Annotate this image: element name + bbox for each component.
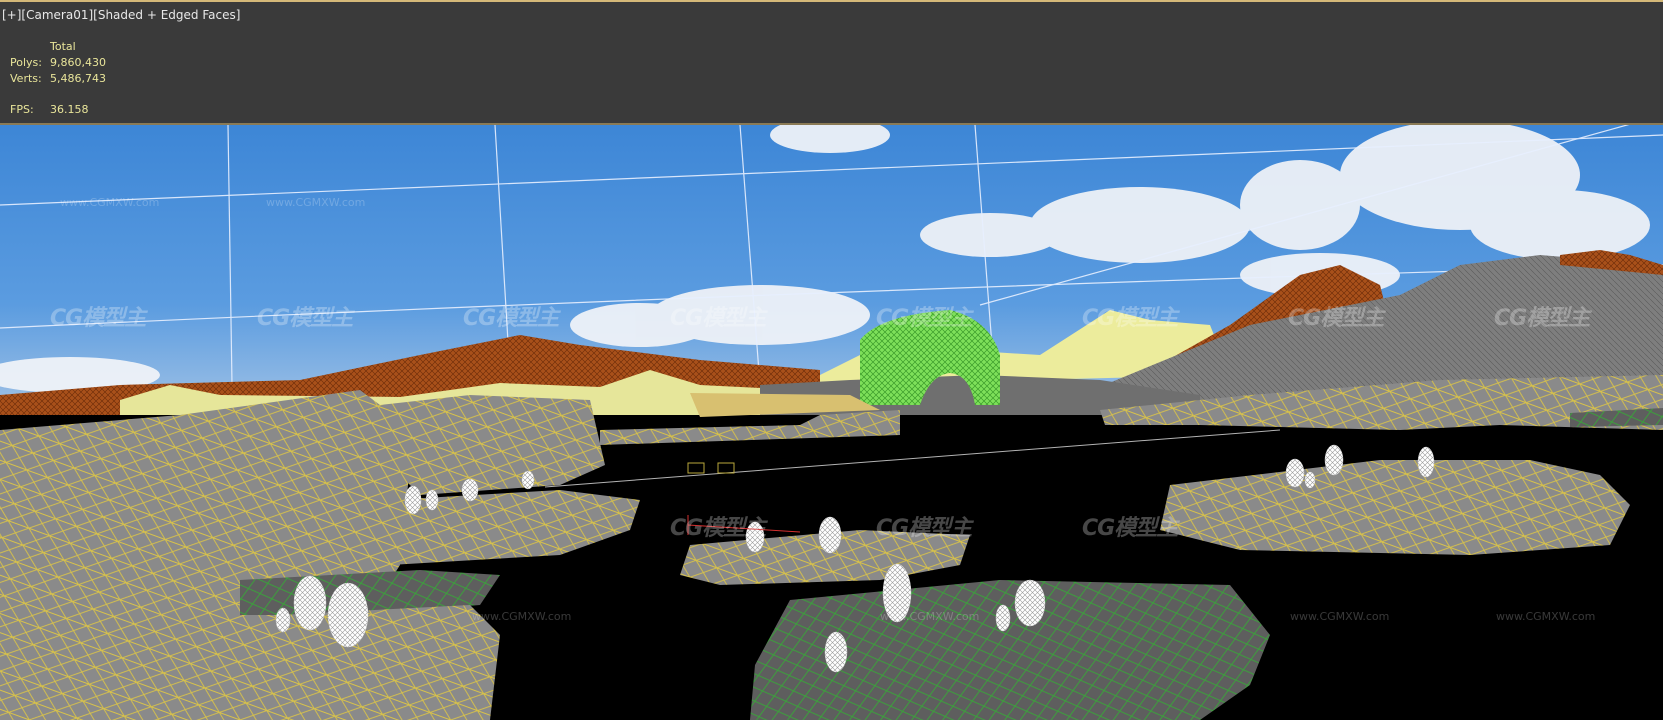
cliff-left-2 [380, 395, 605, 495]
viewport-shading-menu[interactable]: [Shaded + Edged Faces] [93, 8, 240, 22]
stats-fps-value: 36.158 [50, 103, 89, 116]
viewport-scene[interactable] [0, 114, 1663, 720]
stats-polys-value: 9,860,430 [50, 56, 106, 69]
stats-total-header: Total [50, 40, 76, 53]
viewport-camera-menu[interactable]: [Camera01] [21, 8, 93, 22]
scene-render [0, 114, 1663, 720]
stats-fps-label: FPS: [10, 103, 34, 116]
viewport-general-menu[interactable]: [+] [2, 8, 21, 22]
3d-viewport[interactable]: CG模型主 CG模型主 CG模型主 CG模型主 CG模型主 CG模型主 CG模型… [0, 0, 1663, 720]
viewport-header: [+][Camera01][Shaded + Edged Faces] Tota… [0, 0, 1663, 125]
viewport-label-menu: [+][Camera01][Shaded + Edged Faces] [2, 8, 240, 22]
stats-verts-label: Verts: [10, 72, 42, 85]
stats-polys-label: Polys: [10, 56, 42, 69]
stats-verts-value: 5,486,743 [50, 72, 106, 85]
